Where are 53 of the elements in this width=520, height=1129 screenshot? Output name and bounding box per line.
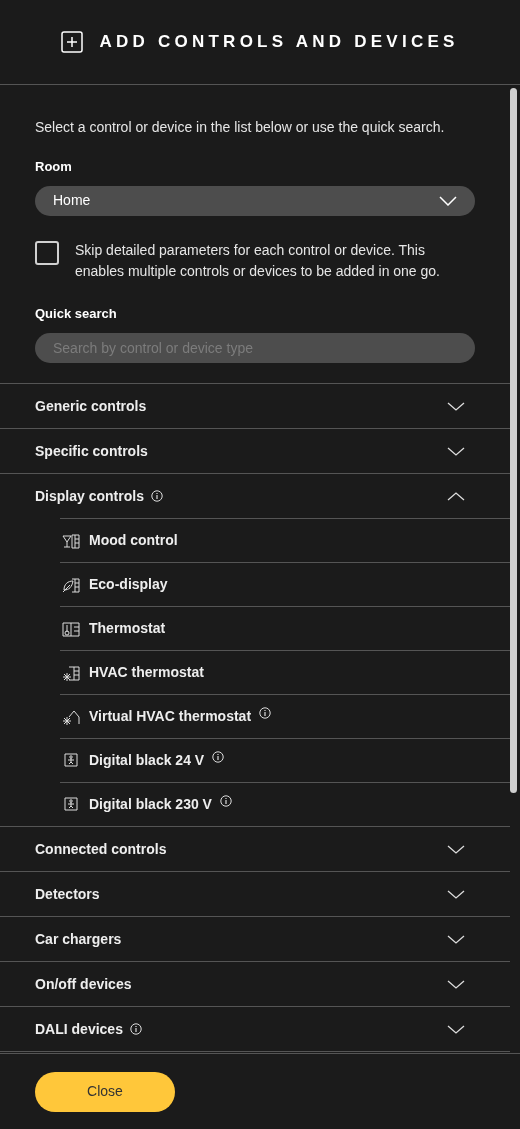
- chevron-down-icon: [447, 401, 465, 411]
- chevron-down-icon: [447, 1024, 465, 1034]
- add-icon: [61, 31, 84, 53]
- category-row[interactable]: Generic controls: [0, 383, 510, 428]
- skip-option-label: Skip detailed parameters for each control or device. This enables multiple controls or devices to be added in one go.: [75, 240, 441, 281]
- chevron-down-icon: [447, 934, 465, 944]
- category-label: Display controls: [35, 486, 144, 506]
- info-icon[interactable]: [150, 490, 163, 502]
- device-type-item[interactable]: HVAC thermostat: [89, 662, 204, 683]
- chevron-down-icon: [439, 195, 457, 206]
- info-icon[interactable]: [212, 750, 225, 763]
- category-label: Car chargers: [35, 929, 122, 949]
- category-row[interactable]: Display controls: [0, 473, 510, 518]
- thermometer-icon: [61, 619, 81, 638]
- person-panel-icon: [61, 795, 81, 814]
- device-type-item[interactable]: Digital black 230 V: [89, 794, 212, 815]
- device-type-item[interactable]: Virtual HVAC thermostat: [89, 706, 252, 727]
- intro-text: Select a control or device in the list below or use the quick search.: [35, 118, 446, 137]
- category-label: Detectors: [35, 884, 100, 904]
- dialog-title: ADD CONTROLS AND DEVICES: [99, 31, 459, 54]
- info-icon[interactable]: [219, 794, 232, 807]
- room-label: Room: [35, 158, 73, 176]
- category-row[interactable]: Connected controls: [0, 826, 510, 871]
- category-label: Specific controls: [35, 441, 148, 461]
- scrollbar[interactable]: [510, 88, 517, 793]
- chevron-down-icon: [447, 446, 465, 456]
- cocktail-glass-icon: [61, 531, 81, 550]
- checkbox[interactable]: [35, 240, 59, 265]
- info-icon[interactable]: [129, 1023, 142, 1035]
- category-row[interactable]: Car chargers: [0, 916, 510, 961]
- chevron-down-icon: [447, 979, 465, 989]
- chevron-down-icon: [447, 844, 465, 854]
- quick-search-label: Quick search: [35, 304, 118, 323]
- snowflake-icon: [61, 663, 81, 682]
- close-button[interactable]: Close: [35, 1071, 175, 1112]
- person-panel-icon: [61, 751, 81, 770]
- category-row[interactable]: Detectors: [0, 871, 510, 916]
- category-label: Generic controls: [35, 396, 147, 416]
- category-label: Connected controls: [35, 839, 167, 859]
- category-label: On/off devices: [35, 974, 132, 994]
- category-row[interactable]: DALI devices: [0, 1006, 510, 1051]
- info-icon[interactable]: [259, 706, 272, 719]
- leaf-icon: [61, 575, 81, 594]
- category-row[interactable]: Specific controls: [0, 428, 510, 473]
- category-row[interactable]: On/off devices: [0, 961, 510, 1006]
- chevron-down-icon: [447, 889, 465, 899]
- device-type-item[interactable]: Mood control: [89, 530, 178, 551]
- category-label: DALI devices: [35, 1019, 123, 1039]
- chevron-up-icon: [447, 491, 465, 501]
- device-type-item[interactable]: Eco-display: [89, 574, 168, 595]
- device-type-item[interactable]: Thermostat: [89, 618, 166, 639]
- device-type-item[interactable]: Digital black 24 V: [89, 750, 205, 771]
- room-dropdown[interactable]: Home: [35, 185, 475, 216]
